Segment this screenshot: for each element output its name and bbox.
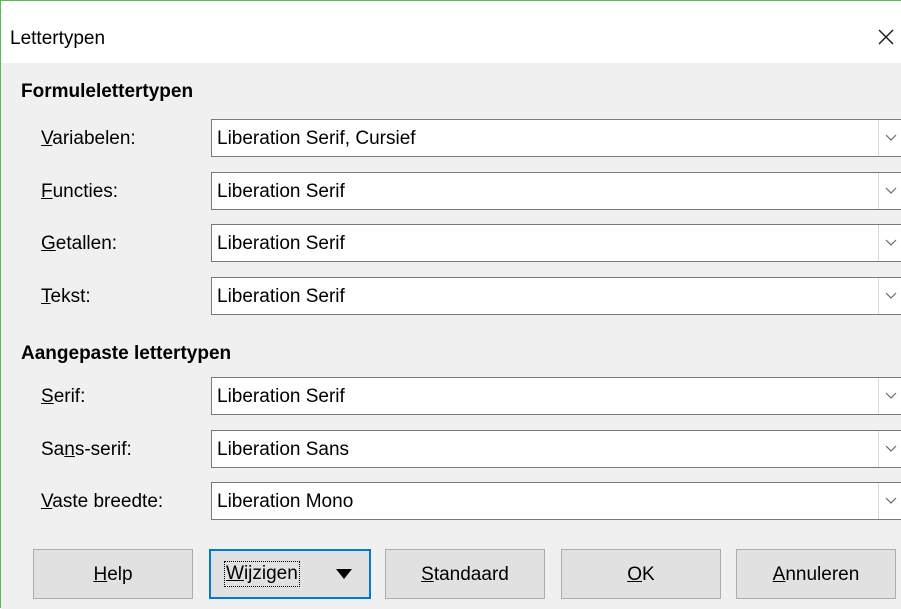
chevron-down-icon xyxy=(885,187,897,194)
chevron-down-icon xyxy=(885,292,897,299)
dropdown-button[interactable] xyxy=(878,278,901,314)
sans-serif-font-select[interactable]: Liberation Sans xyxy=(211,430,901,468)
help-button[interactable]: Help xyxy=(33,549,193,599)
serif-font-select[interactable]: Liberation Serif xyxy=(211,377,901,415)
variables-label: Variabelen: xyxy=(41,128,136,149)
serif-label: Serif: xyxy=(41,386,86,407)
dropdown-button[interactable] xyxy=(878,120,901,156)
variables-font-select[interactable]: Liberation Serif, Cursief xyxy=(211,119,901,157)
variables-font-value: Liberation Serif, Cursief xyxy=(217,128,416,149)
sans-serif-font-value: Liberation Sans xyxy=(217,439,350,460)
dropdown-button[interactable] xyxy=(878,483,901,519)
dropdown-button[interactable] xyxy=(878,225,901,261)
fixed-width-label: Vaste breedte: xyxy=(41,491,164,512)
dialog-content: Formulelettertypen Variabelen: Liberatio… xyxy=(1,63,901,609)
chevron-down-icon xyxy=(885,392,897,399)
modify-button-label: Wijzigen xyxy=(224,561,300,587)
ok-button[interactable]: OK xyxy=(561,549,721,599)
functions-font-value: Liberation Serif xyxy=(217,181,345,202)
close-icon xyxy=(878,29,894,45)
text-label: Tekst: xyxy=(41,286,91,307)
chevron-down-icon xyxy=(885,239,897,246)
default-button[interactable]: Standaard xyxy=(385,549,545,599)
numbers-font-value: Liberation Serif xyxy=(217,233,345,254)
text-font-select[interactable]: Liberation Serif xyxy=(211,277,901,315)
fonts-dialog: Lettertypen Formulelettertypen Variabele… xyxy=(0,0,901,609)
title-bar: Lettertypen xyxy=(1,1,901,63)
numbers-label: Getallen: xyxy=(41,233,118,254)
modify-button[interactable]: Wijzigen xyxy=(209,549,371,599)
fixed-width-font-select[interactable]: Liberation Mono xyxy=(211,482,901,520)
chevron-down-icon xyxy=(885,445,897,452)
fixed-width-font-value: Liberation Mono xyxy=(217,491,354,512)
custom-fonts-heading: Aangepaste lettertypen xyxy=(21,343,232,364)
numbers-font-select[interactable]: Liberation Serif xyxy=(211,224,901,262)
dropdown-button[interactable] xyxy=(878,173,901,209)
chevron-down-icon xyxy=(885,497,897,504)
functions-font-select[interactable]: Liberation Serif xyxy=(211,172,901,210)
functions-label: Functies: xyxy=(41,181,119,202)
dropdown-button[interactable] xyxy=(878,378,901,414)
chevron-down-icon xyxy=(885,134,897,141)
text-font-value: Liberation Serif xyxy=(217,286,345,307)
dropdown-button[interactable] xyxy=(878,431,901,467)
close-button[interactable] xyxy=(871,21,901,57)
cancel-button[interactable]: Annuleren xyxy=(736,549,896,599)
formula-fonts-heading: Formulelettertypen xyxy=(21,81,194,102)
triangle-down-icon[interactable] xyxy=(336,569,352,579)
serif-font-value: Liberation Serif xyxy=(217,386,345,407)
sans-serif-label: Sans-serif: xyxy=(41,439,132,460)
dialog-title: Lettertypen xyxy=(10,28,106,49)
